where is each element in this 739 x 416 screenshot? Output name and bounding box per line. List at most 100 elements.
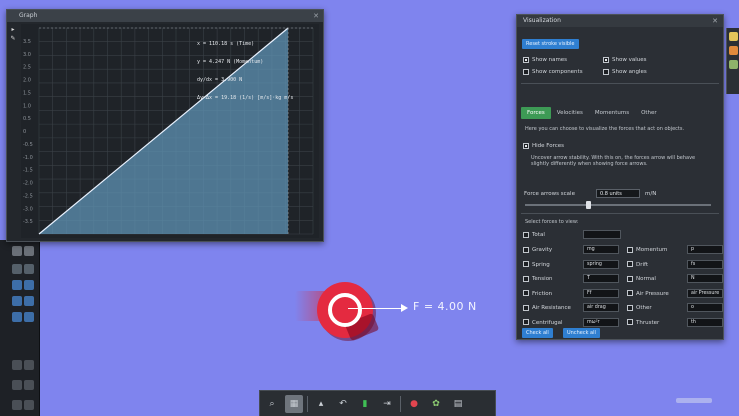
- force-symbol-field[interactable]: spring: [583, 259, 619, 269]
- bottom-toolbar: ⌕ ▦ ▴ ↶ ▮ ⇥ ● ✿ ▤: [259, 390, 496, 416]
- tracer-tool-icon[interactable]: [24, 312, 34, 322]
- force-label: Friction: [532, 290, 553, 297]
- rope-tool-icon[interactable]: [12, 280, 22, 290]
- checkbox-icon: [523, 290, 529, 296]
- tab-velocities[interactable]: Velocities: [551, 107, 589, 119]
- record-icon[interactable]: ●: [405, 395, 423, 413]
- spring-tool-icon[interactable]: [24, 280, 34, 290]
- force-label: Spring: [532, 261, 550, 268]
- checkbox-label: Show values: [612, 57, 647, 63]
- step-icon[interactable]: ⇥: [378, 395, 396, 413]
- fixate-tool-icon[interactable]: [24, 296, 34, 306]
- y-tick-label: -2.5: [23, 193, 33, 199]
- hide-forces-checkbox[interactable]: Hide Forces: [523, 142, 564, 150]
- graph-readout: x = 110.18 s (Time) y = 4.247 N (Momentu…: [197, 29, 293, 113]
- check-all-button[interactable]: Check all: [522, 328, 553, 338]
- divider: [307, 395, 308, 412]
- objects-icon[interactable]: ✿: [427, 395, 445, 413]
- section-label: Select forces to view:: [525, 219, 579, 225]
- object-icon[interactable]: [317, 282, 380, 341]
- graph-icon[interactable]: ▤: [449, 395, 467, 413]
- force-checkbox[interactable]: Other: [627, 304, 652, 312]
- uncheck-all-button[interactable]: Uncheck all: [563, 328, 600, 338]
- force-symbol-field[interactable]: mω²r: [583, 317, 619, 327]
- select-tool-icon[interactable]: [12, 246, 22, 256]
- force-symbol-field[interactable]: T: [583, 274, 619, 283]
- force-label: Momentum: [636, 247, 668, 253]
- force-symbol-field[interactable]: Ff: [583, 288, 619, 298]
- force-symbol-field[interactable]: air Pressure: [687, 288, 723, 298]
- pencil-icon[interactable]: ✎: [9, 35, 17, 42]
- force-checkbox[interactable]: Momentum: [627, 246, 667, 254]
- total-field[interactable]: [583, 230, 621, 239]
- play-icon[interactable]: ▮: [356, 395, 374, 413]
- green-icon[interactable]: [729, 60, 738, 69]
- text-tool-icon[interactable]: [24, 380, 34, 390]
- force-checkbox[interactable]: Drift: [627, 261, 648, 269]
- left-tool-strip: [0, 240, 40, 416]
- status-indicator: [676, 398, 712, 403]
- simulation-stage[interactable]: Graph ✕ ▸ ✎ 3.5 3.0 2.5 2.0 1.5 1.0 0.5 0 -0.5 -1…: [0, 0, 739, 416]
- tab-other[interactable]: Other: [635, 107, 663, 119]
- close-icon[interactable]: ✕: [313, 12, 319, 20]
- water-tool-icon[interactable]: [24, 400, 34, 410]
- brush-tool-icon[interactable]: [12, 360, 22, 370]
- total-checkbox[interactable]: Total: [523, 231, 545, 239]
- visualization-panel[interactable]: Visualization ✕ Reset stroke visible Sho…: [516, 14, 724, 340]
- slider-handle[interactable]: [586, 201, 592, 209]
- force-checkbox[interactable]: Friction: [523, 290, 552, 298]
- forces-intro: Here you can choose to visualize the for…: [525, 126, 685, 132]
- show-components-checkbox[interactable]: Show components: [523, 68, 583, 76]
- laser-tool-icon[interactable]: [12, 400, 22, 410]
- checkbox-icon: [627, 275, 633, 282]
- show-angles-checkbox[interactable]: Show angles: [603, 68, 647, 76]
- force-checkbox[interactable]: Thruster: [627, 319, 659, 327]
- force-checkbox[interactable]: Tension: [523, 275, 553, 283]
- force-scale-input[interactable]: 0.8 units: [596, 189, 640, 198]
- checkbox-icon: [627, 290, 633, 296]
- force-label: Thruster: [636, 319, 660, 326]
- graph-title: Graph: [7, 10, 323, 22]
- force-arrow-head: [401, 304, 408, 312]
- rotate-tool-icon[interactable]: [12, 264, 22, 274]
- checkbox-icon: [523, 319, 529, 325]
- force-symbol-field[interactable]: o: [687, 303, 723, 312]
- grid-icon[interactable]: ▦: [285, 394, 303, 413]
- force-symbol-field[interactable]: fs: [687, 259, 723, 269]
- zoom-icon[interactable]: ⌕: [263, 395, 281, 413]
- yellow-icon[interactable]: [729, 32, 738, 41]
- pause-icon[interactable]: ▴: [312, 395, 330, 413]
- eraser-tool-icon[interactable]: [24, 360, 34, 370]
- force-scale-slider[interactable]: [525, 204, 711, 206]
- force-label: Other: [636, 305, 652, 311]
- close-icon[interactable]: ✕: [712, 17, 718, 25]
- force-checkbox[interactable]: Centrifugal: [523, 319, 562, 327]
- show-values-checkbox[interactable]: Show values: [603, 56, 646, 64]
- pointer-icon[interactable]: ▸: [9, 26, 17, 33]
- fill-tool-icon[interactable]: [12, 380, 22, 390]
- tab-momentums[interactable]: Momentums: [589, 107, 635, 119]
- force-symbol-field[interactable]: air drag: [583, 303, 619, 312]
- checkbox-icon: [523, 56, 529, 63]
- force-checkbox[interactable]: Spring: [523, 261, 550, 269]
- scale-tool-icon[interactable]: [24, 264, 34, 274]
- force-checkbox[interactable]: Gravity: [523, 246, 552, 254]
- undo-icon[interactable]: ↶: [334, 395, 352, 413]
- force-symbol-field[interactable]: th: [687, 317, 723, 327]
- hinge-tool-icon[interactable]: [12, 296, 22, 306]
- tab-forces[interactable]: Forces: [521, 107, 551, 119]
- move-tool-icon[interactable]: [24, 246, 34, 256]
- force-symbol-field[interactable]: mg: [583, 245, 619, 254]
- show-names-checkbox[interactable]: Show names: [523, 56, 567, 64]
- thruster-tool-icon[interactable]: [12, 312, 22, 322]
- graph-window[interactable]: Graph ✕ ▸ ✎ 3.5 3.0 2.5 2.0 1.5 1.0 0.5 0 -0.5 -1…: [6, 9, 324, 242]
- force-checkbox[interactable]: Normal: [627, 275, 656, 283]
- force-symbol-field[interactable]: N: [687, 274, 723, 283]
- reset-button[interactable]: Reset stroke visible: [522, 39, 579, 49]
- force-checkbox[interactable]: Air Resistance: [523, 304, 571, 312]
- orange-icon[interactable]: [729, 46, 738, 55]
- y-tick-label: 3.0: [23, 52, 31, 58]
- y-tick-label: 0: [23, 129, 26, 135]
- force-checkbox[interactable]: Air Pressure: [627, 290, 669, 298]
- force-symbol-field[interactable]: p: [687, 245, 723, 254]
